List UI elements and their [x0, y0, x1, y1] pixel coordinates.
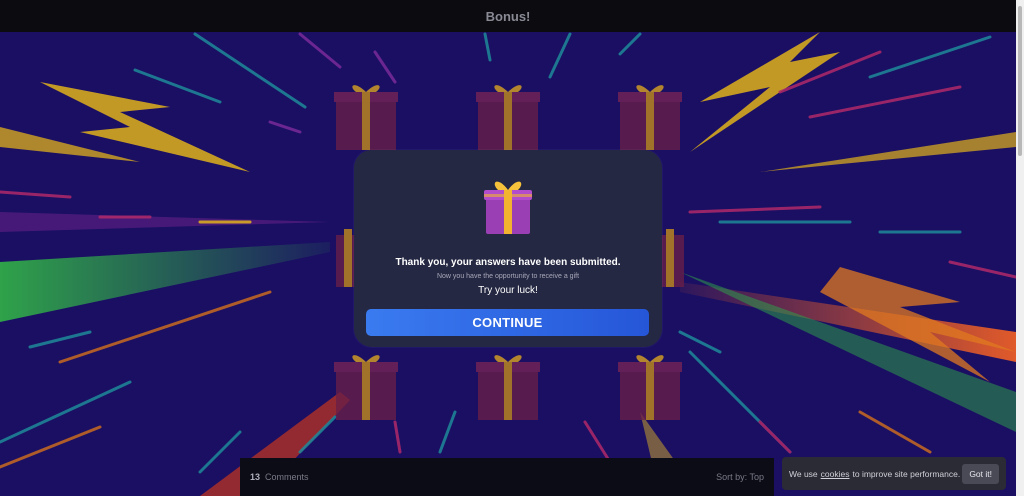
scrollbar[interactable]	[1016, 0, 1024, 496]
modal-subtext: Now you have the opportunity to receive …	[436, 273, 580, 280]
got-it-button[interactable]: Got it!	[962, 463, 999, 484]
modal-prompt: Try your luck!	[478, 285, 538, 296]
modal-heading: Thank you, your answers have been submit…	[395, 257, 621, 268]
sort-dropdown[interactable]: Sort by: Top	[716, 472, 764, 482]
cookie-text-after: to improve site performance.	[852, 468, 961, 479]
page-title: Bonus!	[485, 8, 531, 24]
comments-label: Comments	[265, 472, 309, 482]
cookie-text-before: We use	[789, 468, 818, 479]
cookies-link[interactable]: cookies	[821, 469, 850, 479]
bonus-modal: Thank you, your answers have been submit…	[354, 150, 662, 347]
scrollbar-thumb[interactable]	[1018, 6, 1022, 156]
continue-button[interactable]: CONTINUE	[366, 309, 649, 336]
gift-icon	[484, 181, 532, 234]
comments-bar: 13 Comments Sort by: Top	[240, 458, 774, 496]
top-bar: Bonus!	[0, 0, 1016, 32]
cookie-banner: We use cookies to improve site performan…	[782, 457, 1006, 490]
comments-count: 13	[250, 472, 261, 482]
